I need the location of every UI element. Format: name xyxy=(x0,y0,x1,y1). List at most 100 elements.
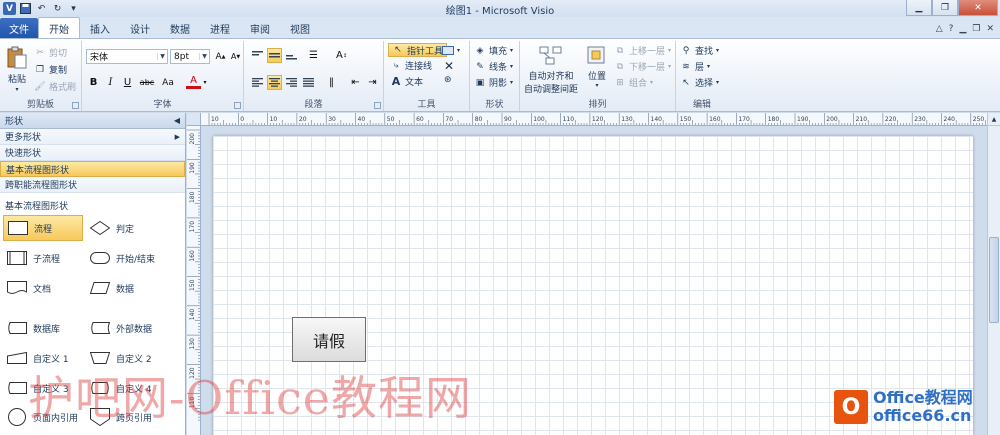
process-shape-on-canvas[interactable]: 请假 xyxy=(292,317,366,362)
decrease-indent-icon[interactable]: ⇤ xyxy=(348,75,363,90)
tab-data[interactable]: 数据 xyxy=(160,19,200,38)
auto-align-spacing-button[interactable]: 自动对齐和 自动调整间距 xyxy=(524,43,578,95)
drawing-page[interactable]: 请假 xyxy=(213,136,973,435)
shape-subprocess[interactable]: 子流程 xyxy=(3,245,83,271)
tab-insert[interactable]: 插入 xyxy=(80,19,120,38)
shape-external-data[interactable]: 外部数据 xyxy=(86,315,166,341)
save-icon[interactable] xyxy=(19,2,32,15)
font-color-dropdown-icon[interactable]: ▾ xyxy=(201,75,209,90)
shape-terminator[interactable]: 开始/结束 xyxy=(86,245,166,271)
doc-restore-icon[interactable]: ❐ xyxy=(972,24,980,34)
layers-button[interactable]: ≋ 层 ▾ xyxy=(680,60,710,74)
line-button[interactable]: ✎ 线条 ▾ xyxy=(474,60,513,74)
help-icon[interactable]: ? xyxy=(949,24,954,34)
position-button[interactable]: 位置 ▾ xyxy=(584,43,610,89)
text-tool-button[interactable]: A 文本 xyxy=(390,75,423,88)
align-top-icon[interactable] xyxy=(250,48,265,63)
customize-qat-icon[interactable]: ▾ xyxy=(67,2,80,15)
shadow-button[interactable]: ▣ 阴影 ▾ xyxy=(474,76,513,90)
underline-button[interactable]: U xyxy=(120,75,135,90)
vertical-scrollbar[interactable]: ▲ xyxy=(987,113,1000,435)
stencil-cross-functional[interactable]: 跨职能流程图形状 xyxy=(0,177,185,193)
horizontal-ruler[interactable]: 10 0 10 20 30 40 50 60 70 80 90 100 110 120 130 140 150 1… xyxy=(201,113,987,126)
increase-indent-icon[interactable]: ⇥ xyxy=(365,75,380,90)
ruler-label: 40 xyxy=(358,116,366,123)
tab-home[interactable]: 开始 xyxy=(38,17,80,38)
bring-forward-button[interactable]: ⧉ 上移一层 ▾ xyxy=(614,44,671,58)
cut-button[interactable]: ✂ 剪切 xyxy=(34,46,68,60)
editing-group-label: 编辑 xyxy=(692,100,711,110)
undo-icon[interactable]: ↶ xyxy=(35,2,48,15)
shape-decision[interactable]: 判定 xyxy=(86,215,166,241)
bold-button[interactable]: B xyxy=(86,75,101,90)
shape-off-page-reference[interactable]: 跨页引用 xyxy=(86,404,166,430)
change-case-button[interactable]: Aa xyxy=(158,75,178,90)
minimize-button[interactable]: ▁ xyxy=(906,0,932,16)
scroll-up-icon[interactable]: ▲ xyxy=(988,113,1000,126)
connection-point-icon[interactable]: ⊛ xyxy=(444,75,452,85)
bullets-icon[interactable]: ☰ xyxy=(306,48,321,63)
fill-button[interactable]: ◈ 填充 ▾ xyxy=(474,44,514,58)
shape-process[interactable]: 流程 xyxy=(3,215,83,241)
shape-custom3[interactable]: 自定义 3 xyxy=(3,375,83,401)
shape-on-page-reference[interactable]: 页面内引用 xyxy=(3,404,83,430)
font-color-button[interactable]: A xyxy=(186,74,201,89)
minimize-ribbon-icon[interactable]: △ xyxy=(936,24,943,34)
copy-button[interactable]: ❐ 复制 xyxy=(34,63,67,77)
tab-process[interactable]: 进程 xyxy=(200,19,240,38)
paste-button[interactable]: 粘贴 ▾ xyxy=(4,45,30,93)
rectangle-tool-button[interactable]: ▾ xyxy=(442,44,460,56)
shrink-font-icon[interactable]: A ▼ xyxy=(228,49,243,64)
shape-custom1[interactable]: 自定义 1 xyxy=(3,345,83,371)
align-left-icon[interactable] xyxy=(250,75,265,90)
visio-app-icon[interactable]: V xyxy=(3,2,16,15)
group-button[interactable]: ⊞ 组合 ▾ xyxy=(614,76,653,90)
drawing-canvas[interactable]: 请假 xyxy=(201,126,987,435)
close-button[interactable]: ✕ xyxy=(958,0,998,16)
shape-document[interactable]: 文档 xyxy=(3,275,83,301)
text-direction-icon[interactable]: ‖ xyxy=(324,75,339,90)
tab-review[interactable]: 审阅 xyxy=(240,19,280,38)
shape-database[interactable]: 数据库 xyxy=(3,315,83,341)
align-right-icon[interactable] xyxy=(284,75,299,90)
ruler-corner[interactable] xyxy=(187,113,201,126)
tab-view[interactable]: 视图 xyxy=(280,19,320,38)
paste-dropdown-icon[interactable]: ▾ xyxy=(15,86,18,93)
justify-icon[interactable] xyxy=(301,75,316,90)
find-button[interactable]: ⚲ 查找 ▾ xyxy=(680,44,719,58)
redo-icon[interactable]: ↻ xyxy=(51,2,64,15)
scroll-thumb[interactable] xyxy=(989,237,999,323)
shape-data[interactable]: 数据 xyxy=(86,275,166,301)
connector-button[interactable]: ⤷ 连接线 xyxy=(390,59,432,73)
doc-minimize-icon[interactable]: ▁ xyxy=(959,24,966,34)
pointer-tool-button[interactable]: ↖ 指针工具 xyxy=(388,43,448,57)
align-middle-icon[interactable] xyxy=(267,48,282,63)
paragraph-launcher-icon[interactable] xyxy=(374,102,381,109)
text-size-icon[interactable]: A ↕ xyxy=(334,48,349,63)
grow-font-icon[interactable]: A ▲ xyxy=(213,49,228,64)
italic-button[interactable]: I xyxy=(103,75,118,90)
tab-file[interactable]: 文件 xyxy=(0,18,38,38)
tab-design[interactable]: 设计 xyxy=(120,19,160,38)
align-bottom-icon[interactable] xyxy=(284,48,299,63)
cut-label: 剪切 xyxy=(49,49,68,59)
vertical-ruler[interactable]: 200 190 180 170 160 150 140 130 120 110 xyxy=(187,126,201,435)
align-center-icon[interactable] xyxy=(267,75,282,90)
send-backward-button[interactable]: ⧉ 下移一层 ▾ xyxy=(614,60,671,74)
stencil-basic-flowchart[interactable]: 基本流程图形状 xyxy=(0,161,185,177)
select-button[interactable]: ↖ 选择 ▾ xyxy=(680,76,719,90)
collapse-pane-icon[interactable]: ◀ xyxy=(174,116,180,125)
restore-button[interactable]: ❐ xyxy=(932,0,958,16)
clipboard-launcher-icon[interactable] xyxy=(72,102,79,109)
font-launcher-icon[interactable] xyxy=(234,102,241,109)
delete-x-icon[interactable]: ✕ xyxy=(444,59,454,73)
stencil-quick-shapes[interactable]: 快速形状 xyxy=(0,145,185,161)
doc-close-icon[interactable]: ✕ xyxy=(986,24,994,34)
shape-custom4[interactable]: 自定义 4 xyxy=(86,375,166,401)
stencil-more-shapes[interactable]: 更多形状 ▶ xyxy=(0,129,185,145)
strikethrough-button[interactable]: abc xyxy=(138,75,156,90)
font-size-select[interactable]: 8pt ▼ xyxy=(170,49,210,64)
shape-custom2[interactable]: 自定义 2 xyxy=(86,345,166,371)
font-name-select[interactable]: 宋体 ▼ xyxy=(86,49,168,64)
format-painter-button[interactable]: 🖌 格式刷 xyxy=(34,80,76,94)
